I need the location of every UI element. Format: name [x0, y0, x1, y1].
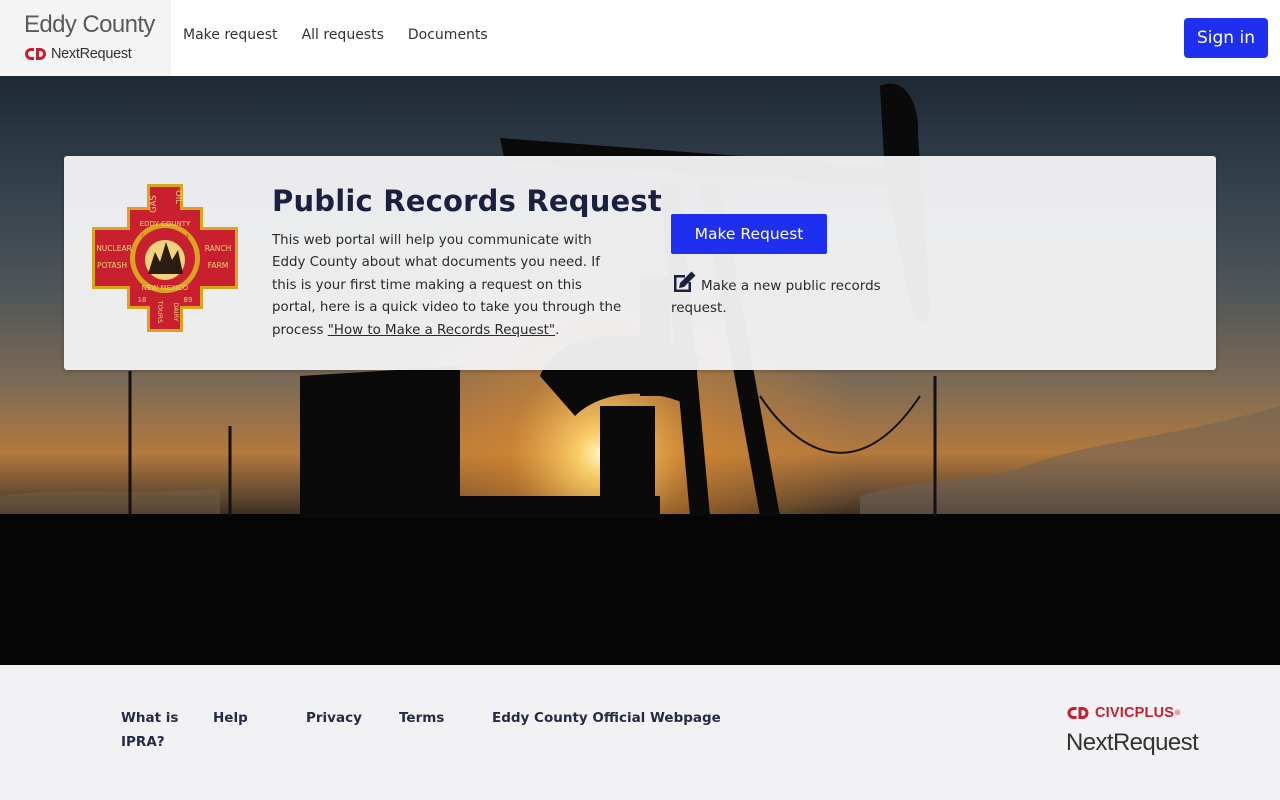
seal-left-top-text: NUCLEAR: [96, 244, 132, 253]
county-name: Eddy County: [24, 11, 155, 38]
seal-ring-top-text: EDDY COUNTY: [140, 220, 191, 228]
main-nav: Make request All requests Documents: [183, 0, 512, 70]
footer-official-webpage-link[interactable]: Eddy County Official Webpage: [492, 706, 721, 730]
seal-top-right-text: OIL: [173, 190, 183, 204]
seal-ring-bottom-text: NEW MEXICO: [142, 284, 189, 292]
eddy-county-seal-icon: GAS OIL NUCLEAR POTASH RANCH FARM EDDY C…: [92, 184, 238, 332]
portal-description: This web portal will help you communicat…: [272, 230, 628, 342]
edit-icon: [674, 271, 696, 292]
seal-inner-text: CARLSBAD CAVERNS: [142, 234, 189, 240]
seal-bottom-right-text: DAIRY: [172, 302, 180, 321]
how-to-video-link[interactable]: "How to Make a Records Request": [328, 323, 555, 338]
new-request-text: Make a new public records request.: [671, 278, 881, 316]
seal-bottom-left-text: TOURS: [156, 300, 164, 324]
product-name: NextRequest: [51, 46, 132, 62]
nextrequest-brand: NextRequest: [24, 46, 171, 62]
seal-right-top-text: RANCH: [205, 244, 232, 253]
hero-banner: GAS OIL NUCLEAR POTASH RANCH FARM EDDY C…: [0, 76, 1280, 665]
nav-make-request[interactable]: Make request: [183, 27, 278, 43]
seal-top-left-text: GAS: [149, 195, 159, 213]
footer-privacy-link[interactable]: Privacy: [306, 706, 362, 730]
seal-left-bottom-text: POTASH: [97, 261, 127, 270]
make-request-button[interactable]: Make Request: [671, 214, 827, 254]
civicplus-logo: CIVICPLUS ®: [1066, 705, 1181, 721]
footer-help-link[interactable]: Help: [213, 706, 248, 730]
page-title: Public Records Request: [272, 184, 662, 218]
site-footer: What is IPRA? Help Privacy Terms Eddy Co…: [0, 665, 1280, 800]
new-request-hint: Make a new public records request.: [671, 270, 911, 319]
footer-what-is-ipra-link[interactable]: What is IPRA?: [121, 706, 191, 754]
nav-all-requests[interactable]: All requests: [302, 27, 384, 43]
nextrequest-wordmark: NextRequest: [1066, 729, 1199, 756]
sign-in-button[interactable]: Sign in: [1184, 18, 1268, 58]
civicplus-trademark: ®: [1174, 709, 1182, 717]
top-navbar: Eddy County NextRequest Make request All…: [0, 0, 1280, 76]
civicplus-logo-icon: [25, 48, 46, 60]
brand-home-link[interactable]: Eddy County NextRequest: [0, 0, 171, 76]
public-records-card: GAS OIL NUCLEAR POTASH RANCH FARM EDDY C…: [64, 156, 1216, 370]
footer-terms-link[interactable]: Terms: [399, 706, 444, 730]
civicplus-mark-icon: [1067, 707, 1089, 719]
nav-documents[interactable]: Documents: [408, 27, 488, 43]
civicplus-wordmark: CIVICPLUS: [1095, 705, 1175, 721]
seal-year-right-text: 89: [184, 296, 193, 304]
description-period: .: [555, 322, 560, 338]
seal-right-bottom-text: FARM: [208, 261, 228, 270]
seal-year-left-text: 18: [138, 296, 147, 304]
